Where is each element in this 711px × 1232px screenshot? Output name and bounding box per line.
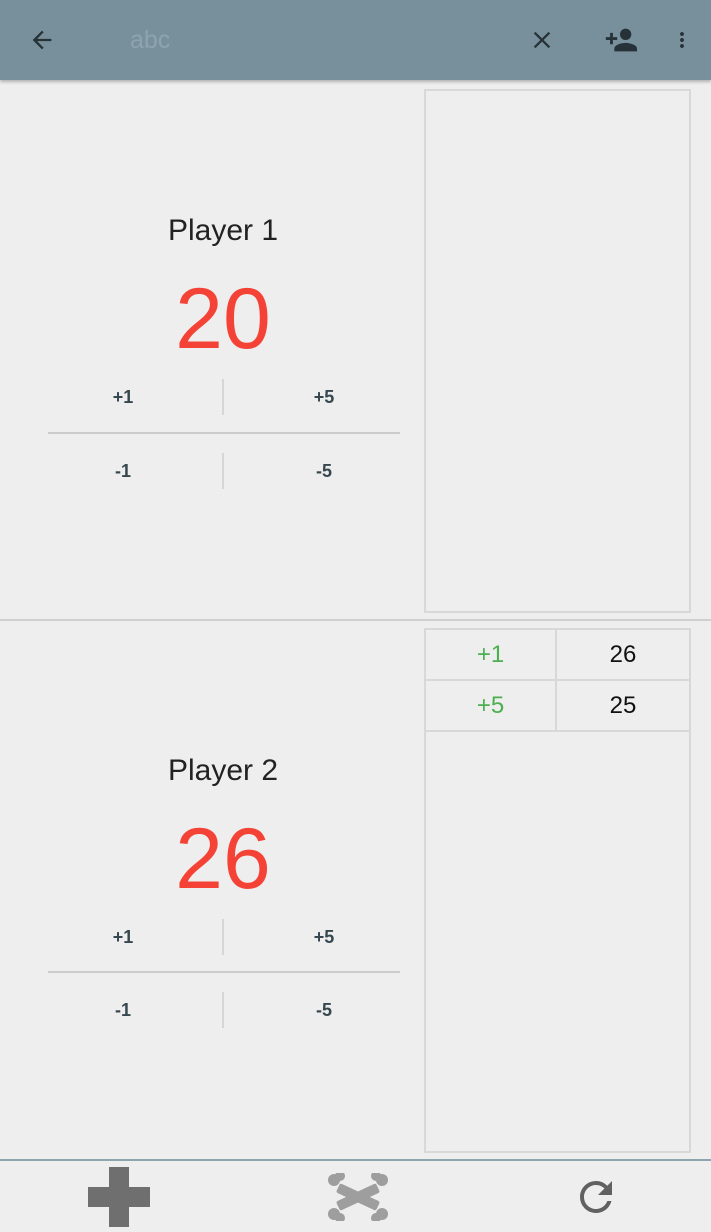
minus-5-button[interactable]: -5: [249, 451, 399, 491]
button-divider: [222, 453, 224, 489]
history-delta: +1: [426, 630, 557, 679]
refresh-icon[interactable]: [560, 1161, 632, 1232]
player-life: 26: [175, 811, 271, 907]
crossbones-icon[interactable]: [316, 1161, 400, 1232]
plus-icon[interactable]: [79, 1161, 159, 1232]
player-panel-1: Player 1 20 +1 +5 -1 -5: [0, 80, 711, 621]
plus-5-button[interactable]: +5: [249, 377, 399, 417]
bottom-action-bar: [0, 1159, 711, 1230]
player-life: 20: [175, 271, 271, 367]
close-icon[interactable]: [515, 0, 569, 80]
player-panel-2: Player 2 26 +1 +5 -1 -5 +1 26 +5 25: [0, 621, 711, 1159]
button-divider: [222, 919, 224, 955]
title-input[interactable]: [130, 22, 490, 58]
minus-1-button[interactable]: -1: [48, 451, 198, 491]
button-divider: [222, 992, 224, 1028]
app-toolbar: [0, 0, 711, 80]
history-list[interactable]: [424, 89, 691, 613]
button-divider: [222, 379, 224, 415]
history-row: +1 26: [426, 630, 689, 681]
row-divider: [48, 432, 400, 434]
arrow-back-icon[interactable]: [14, 0, 70, 80]
plus-1-button[interactable]: +1: [48, 377, 198, 417]
row-divider: [48, 971, 400, 973]
person-add-icon[interactable]: [592, 0, 648, 80]
history-total: 25: [609, 691, 637, 719]
more-vert-icon[interactable]: [660, 0, 704, 80]
plus-1-button[interactable]: +1: [48, 917, 198, 957]
minus-1-button[interactable]: -1: [48, 990, 198, 1030]
history-row: +5 25: [426, 681, 689, 732]
player-name[interactable]: Player 1: [0, 214, 446, 248]
player-name[interactable]: Player 2: [0, 754, 446, 788]
minus-5-button[interactable]: -5: [249, 990, 399, 1030]
plus-5-button[interactable]: +5: [249, 917, 399, 957]
history-list[interactable]: +1 26 +5 25: [424, 628, 691, 1153]
history-total: 26: [609, 640, 637, 668]
history-delta: +5: [426, 681, 557, 730]
